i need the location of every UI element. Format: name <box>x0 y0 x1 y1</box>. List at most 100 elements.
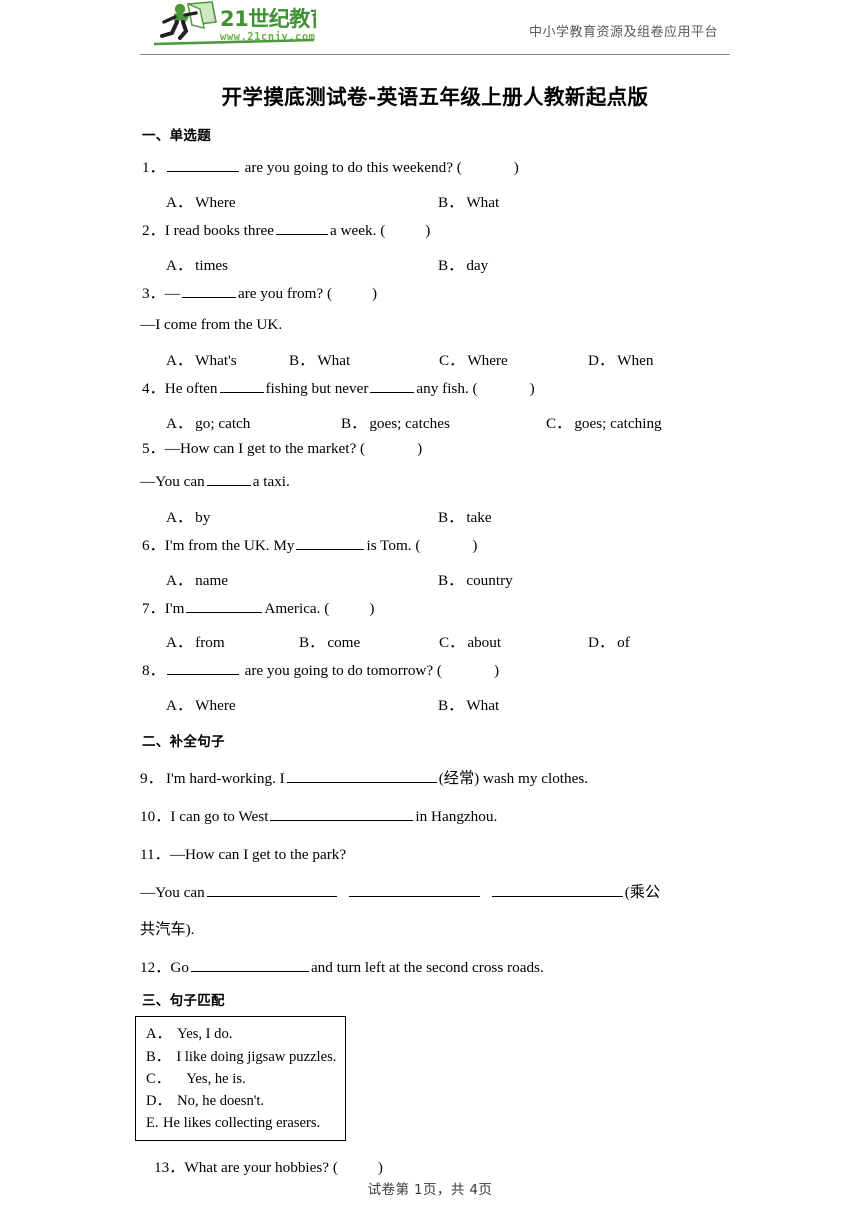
question-text: I'm <box>164 599 185 617</box>
page-footer: 试卷第 1页，共 4页 <box>367 1182 493 1198</box>
option-b[interactable]: B． day <box>438 253 488 275</box>
header-divider <box>140 54 730 55</box>
question-paren-close: ) <box>369 599 375 617</box>
options-8: A． Where B． What <box>140 693 720 714</box>
answer-blank-2 <box>370 378 415 393</box>
answer-blank-3 <box>491 882 623 898</box>
match-option-b[interactable]: B． I like doing jigsaw puzzles. <box>146 1046 345 1068</box>
question-text: —How can I get to the park? <box>169 846 347 864</box>
section-heading-1: 一、单选题 <box>142 128 211 144</box>
brand-logo: 21世纪教育 www.21cnjy.com <box>144 0 316 48</box>
section-heading-2: 二、补全句子 <box>142 734 225 751</box>
question-number: 9． <box>140 770 163 788</box>
option-b[interactable]: B． What <box>438 190 499 212</box>
question-text: He often <box>164 379 218 397</box>
question-paren-close: ) <box>472 536 478 554</box>
question-paren-close: ) <box>417 439 423 457</box>
header-tagline: 中小学教育资源及组卷应用平台 <box>528 25 718 40</box>
question-11-answer-line-2: 共汽车). <box>140 921 195 939</box>
option-b[interactable]: B． come <box>299 630 360 652</box>
question-number: 4． <box>142 379 165 397</box>
option-a[interactable]: A． name <box>166 568 228 590</box>
answer-blank <box>206 471 251 486</box>
question-number: 8． <box>142 662 165 680</box>
question-text-cont: is Tom. ( <box>366 536 421 554</box>
question-paren-close: ) <box>377 1159 383 1177</box>
question-text: are you going to do this weekend? ( <box>244 158 462 176</box>
question-7: 7．I'm America. () <box>140 598 720 617</box>
question-number: 3． <box>142 284 165 302</box>
option-a[interactable]: A． from <box>166 630 225 652</box>
question-1: 1． are you going to do this weekend? () <box>140 157 720 176</box>
question-3-answer-line: —I come from the UK. <box>140 315 283 333</box>
options-2: A． times B． day <box>140 253 720 274</box>
question-text: —How can I get to the market? ( <box>164 439 366 457</box>
question-text: Go <box>170 959 189 977</box>
option-b[interactable]: B． goes; catches <box>341 411 450 433</box>
option-c[interactable]: C． goes; catching <box>546 411 662 433</box>
option-a[interactable]: A． What's <box>166 348 237 370</box>
answer-blank-1 <box>206 882 337 898</box>
answer-text: —You can <box>140 884 205 902</box>
match-option-a[interactable]: A． Yes, I do. <box>146 1023 345 1045</box>
option-a[interactable]: A． times <box>166 253 228 275</box>
answer-blank <box>276 220 329 235</box>
option-a[interactable]: A． go; catch <box>166 411 250 433</box>
match-option-d[interactable]: D． No, he doesn't. <box>146 1090 345 1112</box>
question-text: I read books three <box>164 221 275 239</box>
options-3: A． What's B． What C． Where D． When <box>140 348 720 369</box>
question-13: 13．What are your hobbies? () <box>140 1155 720 1177</box>
match-option-c[interactable]: C． Yes, he is. <box>146 1068 345 1090</box>
answer-blank <box>166 157 239 172</box>
page-title: 开学摸底测试卷-英语五年级上册人教新起点版 <box>221 85 649 109</box>
option-a[interactable]: A． by <box>166 505 210 527</box>
option-c[interactable]: C． about <box>439 630 501 652</box>
option-b[interactable]: B． What <box>289 348 350 370</box>
question-text-cont: America. ( <box>264 599 330 617</box>
question-number: 11． <box>140 846 170 864</box>
options-1: A． Where B． What <box>140 190 720 211</box>
options-7: A． from B． come C． about D． of <box>140 630 720 651</box>
question-text-cont: in Hangzhou. <box>415 808 498 826</box>
question-number: 7． <box>142 599 165 617</box>
answer-blank <box>166 660 239 676</box>
question-text: are you going to do tomorrow? ( <box>244 662 442 680</box>
option-b[interactable]: B． country <box>438 568 513 590</box>
question-paren-close: ) <box>493 662 500 680</box>
question-6: 6．I'm from the UK. My is Tom. () <box>140 535 720 554</box>
question-text-cont: any fish. ( <box>416 379 478 397</box>
answer-text-cont: (乘公 <box>624 884 661 902</box>
section-heading-3: 三、句子匹配 <box>142 993 225 1010</box>
options-4: A． go; catch B． goes; catches C． goes; catc… <box>140 411 720 432</box>
question-text-cont: (经常) wash my clothes. <box>438 770 589 788</box>
question-11: 11．—How can I get to the park? <box>140 842 720 864</box>
answer-blank <box>270 806 414 822</box>
answer-text: —You can <box>140 472 205 490</box>
option-b[interactable]: B． What <box>438 693 499 715</box>
option-c[interactable]: C． Where <box>439 348 508 370</box>
answer-text-cont: a taxi. <box>252 472 290 490</box>
question-text-cont: a week. ( <box>330 221 386 239</box>
option-b[interactable]: B． take <box>438 505 492 527</box>
question-2: 2．I read books three a week. () <box>140 220 720 239</box>
match-option-e[interactable]: E. He likes collecting erasers. <box>146 1112 345 1134</box>
option-d[interactable]: D． When <box>588 348 653 370</box>
question-8: 8． are you going to do tomorrow? () <box>140 660 720 679</box>
question-4: 4．He often fishing but never any fish. () <box>140 378 720 397</box>
logo-graphic: 21世纪教育 www.21cnjy.com <box>153 1 316 46</box>
options-5: A． by B． take <box>140 505 720 526</box>
question-5: 5．—How can I get to the market? () <box>140 439 720 457</box>
question-number: 1． <box>142 158 165 176</box>
option-d[interactable]: D． of <box>588 630 630 652</box>
question-text-mid: fishing but never <box>265 379 369 397</box>
question-text-cont: are you from? ( <box>237 284 333 302</box>
option-a[interactable]: A． Where <box>166 190 236 212</box>
question-text: I'm hard-working. I <box>166 770 285 788</box>
question-text-cont: and turn left at the second cross roads. <box>310 959 544 977</box>
option-a[interactable]: A． Where <box>166 693 236 715</box>
question-number: 13． <box>154 1159 185 1177</box>
question-5-answer-line: —You can a taxi. <box>140 471 720 491</box>
question-paren-close: ) <box>513 158 519 176</box>
answer-blank <box>190 957 309 973</box>
question-9: 9． I'm hard-working. I (经常) wash my clothe… <box>140 766 720 788</box>
